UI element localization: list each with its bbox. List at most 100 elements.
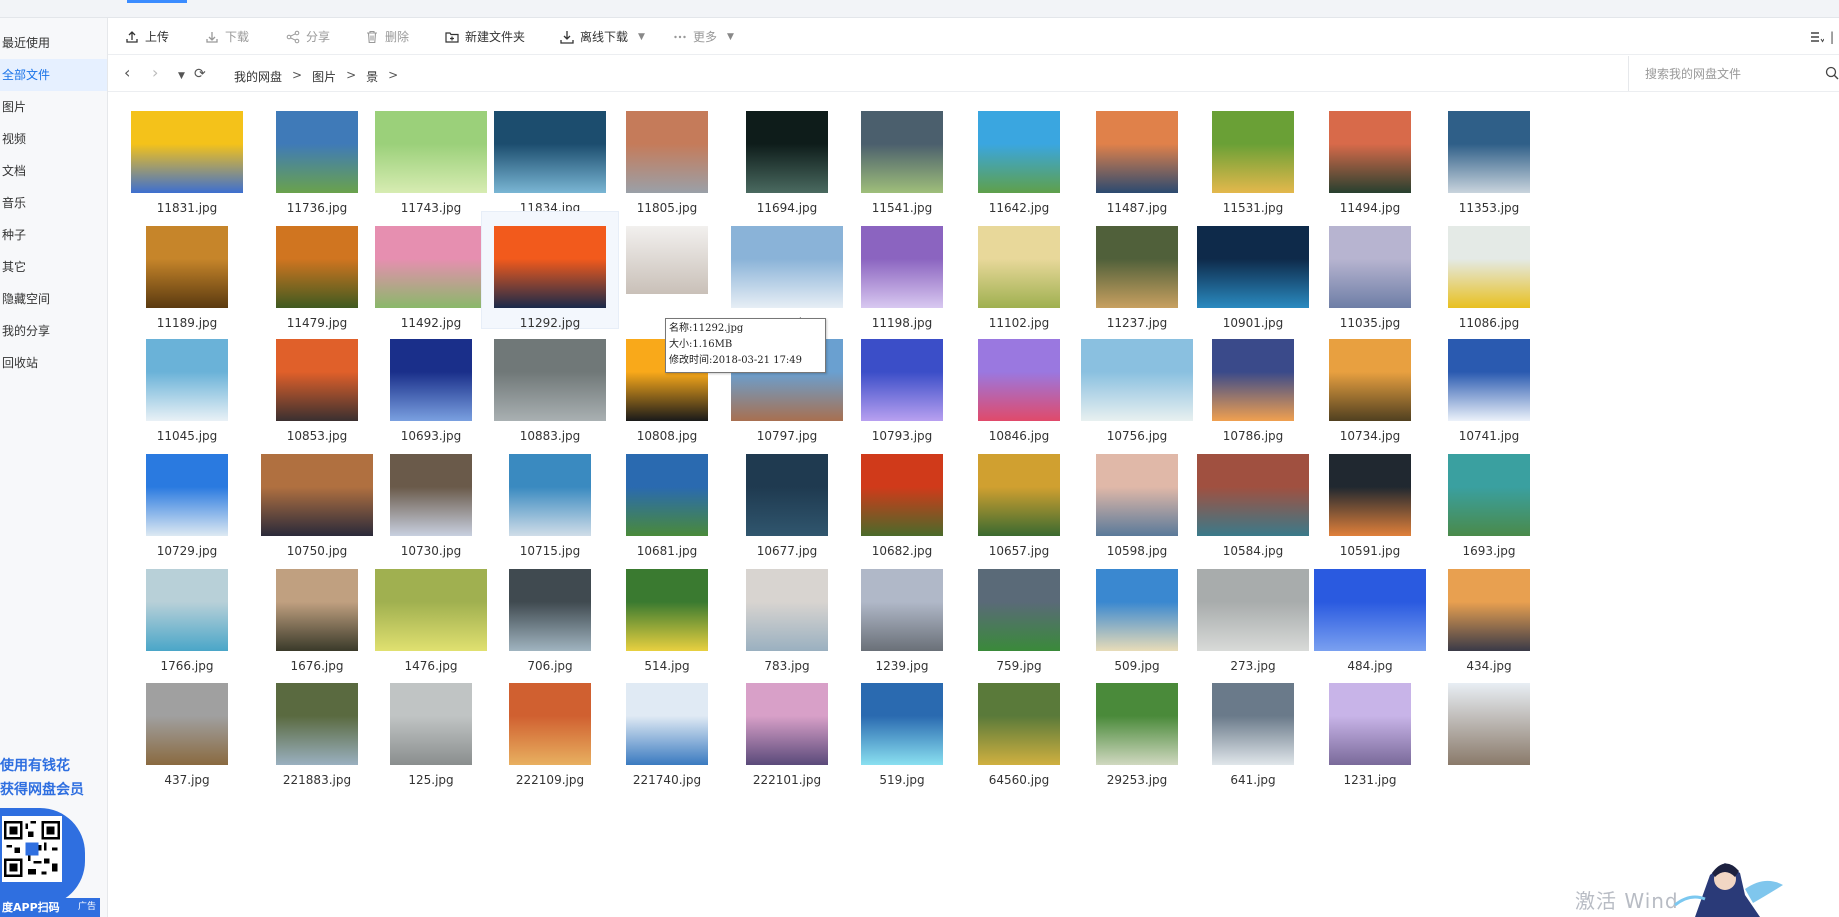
image-thumbnail[interactable] <box>1448 111 1530 193</box>
image-thumbnail[interactable] <box>494 339 606 421</box>
sidebar-item-pictures[interactable]: 图片 <box>0 91 107 123</box>
image-thumbnail[interactable] <box>146 683 228 765</box>
image-thumbnail[interactable] <box>1212 683 1294 765</box>
image-thumbnail[interactable] <box>861 454 943 536</box>
file-tile[interactable]: 11831.jpg <box>118 96 256 215</box>
sidebar-item-hidden-space[interactable]: 隐藏空间 <box>0 283 107 315</box>
sidebar-item-my-shares[interactable]: 我的分享 <box>0 315 107 347</box>
sidebar-item-other[interactable]: 其它 <box>0 251 107 283</box>
image-thumbnail[interactable] <box>1096 569 1178 651</box>
image-thumbnail[interactable] <box>1197 454 1309 536</box>
image-thumbnail[interactable] <box>1096 226 1178 308</box>
image-thumbnail[interactable] <box>861 111 943 193</box>
image-thumbnail[interactable] <box>861 226 943 308</box>
sidebar-item-recycle-bin[interactable]: 回收站 <box>0 347 107 379</box>
image-thumbnail[interactable] <box>1329 111 1411 193</box>
file-tile[interactable]: 11805.jpg <box>598 96 736 215</box>
file-tile[interactable]: 10693.jpg <box>362 324 500 443</box>
file-tile[interactable]: 1766.jpg <box>118 554 256 673</box>
file-tile[interactable]: 437.jpg <box>118 668 256 787</box>
file-tile[interactable]: 11086.jpg <box>1420 211 1558 330</box>
file-tile[interactable]: 514.jpg <box>598 554 736 673</box>
image-thumbnail[interactable] <box>1329 454 1411 536</box>
image-thumbnail[interactable] <box>1448 339 1530 421</box>
image-thumbnail[interactable] <box>978 683 1060 765</box>
image-thumbnail[interactable] <box>626 454 708 536</box>
refresh-icon[interactable]: ⟳ <box>194 66 206 82</box>
sidebar-item-music[interactable]: 音乐 <box>0 187 107 219</box>
file-tile[interactable]: 11189.jpg <box>118 211 256 330</box>
image-thumbnail[interactable] <box>131 111 243 193</box>
image-thumbnail[interactable] <box>1448 454 1530 536</box>
image-thumbnail[interactable] <box>1329 339 1411 421</box>
sidebar-item-videos[interactable]: 视频 <box>0 123 107 155</box>
file-tile[interactable]: 484.jpg <box>1301 554 1439 673</box>
image-thumbnail[interactable] <box>146 226 228 308</box>
image-thumbnail[interactable] <box>1081 339 1193 421</box>
breadcrumb-item[interactable]: 图片 <box>312 68 336 85</box>
image-thumbnail[interactable] <box>1329 683 1411 765</box>
image-thumbnail[interactable] <box>746 683 828 765</box>
image-thumbnail[interactable] <box>978 569 1060 651</box>
sidebar-item-recent[interactable]: 最近使用 <box>0 27 107 59</box>
back-arrow-icon[interactable]: ‹ <box>124 65 130 81</box>
image-thumbnail[interactable] <box>1212 339 1294 421</box>
image-thumbnail[interactable] <box>390 683 472 765</box>
file-tile[interactable]: 11494.jpg <box>1301 96 1439 215</box>
file-tile[interactable]: 10734.jpg <box>1301 324 1439 443</box>
delete-button[interactable]: 删除 <box>365 29 409 45</box>
image-thumbnail[interactable] <box>375 569 487 651</box>
image-thumbnail[interactable] <box>1448 569 1530 651</box>
image-thumbnail[interactable] <box>626 569 708 651</box>
image-thumbnail[interactable] <box>509 569 591 651</box>
file-tile[interactable]: 434.jpg <box>1420 554 1558 673</box>
file-tile[interactable]: 10730.jpg <box>362 439 500 558</box>
file-tile[interactable]: 11035.jpg <box>1301 211 1439 330</box>
image-thumbnail[interactable] <box>494 226 606 308</box>
new-folder-button[interactable]: 新建文件夹 <box>445 29 525 45</box>
file-tile[interactable]: 10741.jpg <box>1420 324 1558 443</box>
image-thumbnail[interactable] <box>978 339 1060 421</box>
image-thumbnail[interactable] <box>1329 226 1411 308</box>
sidebar-item-documents[interactable]: 文档 <box>0 155 107 187</box>
image-thumbnail[interactable] <box>978 111 1060 193</box>
image-thumbnail[interactable] <box>509 454 591 536</box>
image-thumbnail[interactable] <box>1096 454 1178 536</box>
upload-button[interactable]: 上传 <box>125 29 169 45</box>
image-thumbnail[interactable] <box>626 111 708 193</box>
image-thumbnail[interactable] <box>861 569 943 651</box>
download-button[interactable]: 下载 <box>205 29 249 45</box>
file-tile[interactable] <box>598 211 736 329</box>
file-tile[interactable]: 125.jpg <box>362 668 500 787</box>
image-thumbnail[interactable] <box>494 111 606 193</box>
image-thumbnail[interactable] <box>261 454 373 536</box>
history-dropdown-icon[interactable]: ▼ <box>178 68 185 84</box>
share-button[interactable]: 分享 <box>286 29 330 45</box>
image-thumbnail[interactable] <box>1212 111 1294 193</box>
image-thumbnail[interactable] <box>146 339 228 421</box>
image-thumbnail[interactable] <box>861 683 943 765</box>
image-thumbnail[interactable] <box>509 683 591 765</box>
file-tile[interactable]: 10591.jpg <box>1301 439 1439 558</box>
image-thumbnail[interactable] <box>375 111 487 193</box>
image-thumbnail[interactable] <box>978 226 1060 308</box>
image-thumbnail[interactable] <box>1448 226 1530 308</box>
file-tile[interactable]: 1693.jpg <box>1420 439 1558 558</box>
file-tile[interactable]: 11353.jpg <box>1420 96 1558 215</box>
breadcrumb-item[interactable]: 我的网盘 <box>234 68 282 85</box>
image-thumbnail[interactable] <box>375 226 487 308</box>
promo-banner[interactable]: 使用有钱花 获得网盘会员 广告 度APP扫码 <box>0 754 108 917</box>
image-thumbnail[interactable] <box>1096 111 1178 193</box>
image-thumbnail[interactable] <box>390 454 472 536</box>
image-thumbnail[interactable] <box>1314 569 1426 651</box>
file-tile[interactable]: 11743.jpg <box>362 96 500 215</box>
sidebar-item-all-files[interactable]: 全部文件 <box>0 59 107 91</box>
image-thumbnail[interactable] <box>1197 569 1309 651</box>
image-thumbnail[interactable] <box>626 683 708 765</box>
file-tile[interactable] <box>1420 668 1558 786</box>
search-icon[interactable] <box>1825 66 1839 80</box>
file-tile[interactable]: 10681.jpg <box>598 439 736 558</box>
image-thumbnail[interactable] <box>276 339 358 421</box>
image-thumbnail[interactable] <box>746 454 828 536</box>
image-thumbnail[interactable] <box>746 111 828 193</box>
